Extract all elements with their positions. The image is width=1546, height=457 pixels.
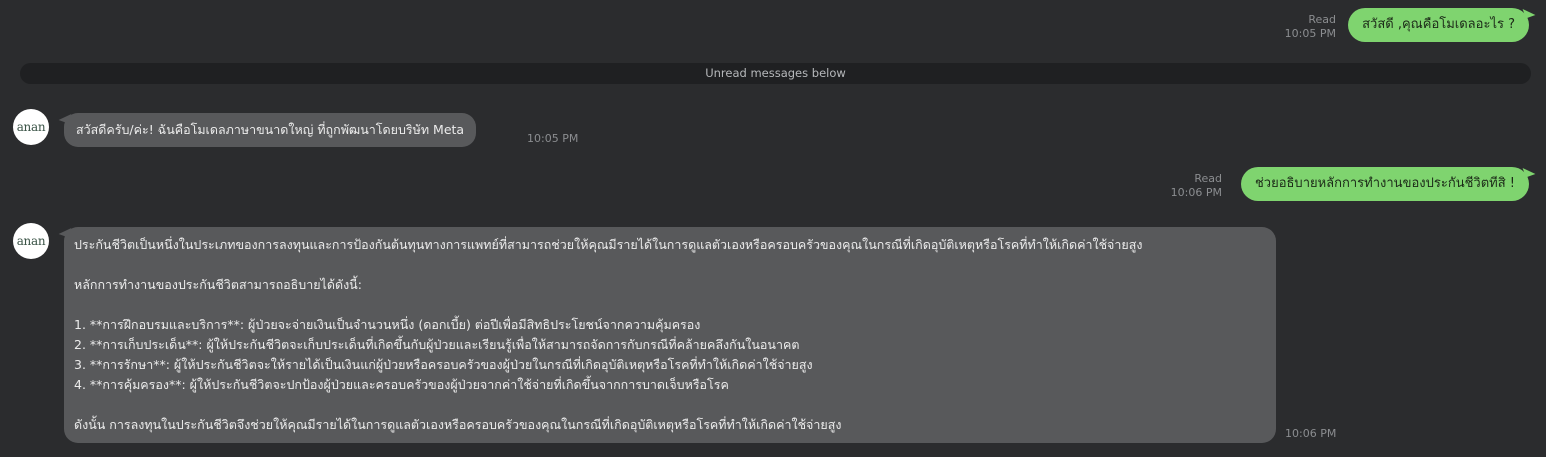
list-item: 1. **การฝึกอบรมและบริการ**: ผู้ป่วยจะจ่า…	[74, 317, 701, 332]
unread-divider: Unread messages below	[20, 63, 1531, 84]
message-paragraph: ดังนั้น การลงทุนในประกันชีวิตจึงช่วยให้ค…	[74, 417, 842, 432]
message-text: สวัสดี ,คุณคือโมเดลอะไร ?	[1362, 17, 1515, 32]
list-item: 3. **การรักษา**: ผู้ให้ประกันชีวิตจะให้ร…	[74, 357, 813, 372]
incoming-message-bubble[interactable]: สวัสดีครับ/ค่ะ! ฉันคือโมเดลภาษาขนาดใหญ่ …	[64, 113, 477, 147]
message-timestamp: 10:05 PM	[527, 132, 579, 145]
avatar-initials: anan	[16, 234, 46, 248]
avatar[interactable]: anan	[13, 109, 49, 145]
message-timestamp: 10:05 PM	[1284, 27, 1336, 40]
list-item: 2. **การเก็บประเด็น**: ผู้ให้ประกันชีวิต…	[74, 337, 800, 352]
incoming-message-bubble[interactable]: ประกันชีวิตเป็นหนึ่งในประเภทของการลงทุนแ…	[64, 227, 1276, 443]
message-heading: หลักการทำงานของประกันชีวิตสามารถอธิบายได…	[74, 277, 362, 292]
avatar[interactable]: anan	[13, 223, 49, 259]
outgoing-message-bubble[interactable]: สวัสดี ,คุณคือโมเดลอะไร ?	[1348, 8, 1529, 42]
list-item: 4. **การคุ้มครอง**: ผู้ให้ประกันชีวิตจะป…	[74, 377, 729, 392]
read-receipt: Read	[1308, 13, 1336, 26]
message-timestamp: 10:06 PM	[1170, 186, 1222, 199]
outgoing-message-bubble[interactable]: ช่วยอธิบายหลักการทำงานของประกันชีวิตทีสิ…	[1240, 167, 1529, 201]
message-paragraph: ประกันชีวิตเป็นหนึ่งในประเภทของการลงทุนแ…	[74, 237, 1143, 252]
message-text: ช่วยอธิบายหลักการทำงานของประกันชีวิตทีสิ…	[1254, 176, 1515, 191]
message-timestamp: 10:06 PM	[1285, 427, 1337, 440]
read-receipt: Read	[1194, 172, 1222, 185]
avatar-initials: anan	[16, 120, 46, 134]
unread-divider-label: Unread messages below	[705, 66, 846, 80]
message-text: สวัสดีครับ/ค่ะ! ฉันคือโมเดลภาษาขนาดใหญ่ …	[76, 122, 465, 137]
message-meta: Read 10:05 PM	[1285, 13, 1336, 41]
message-meta: Read 10:06 PM	[1171, 172, 1222, 200]
